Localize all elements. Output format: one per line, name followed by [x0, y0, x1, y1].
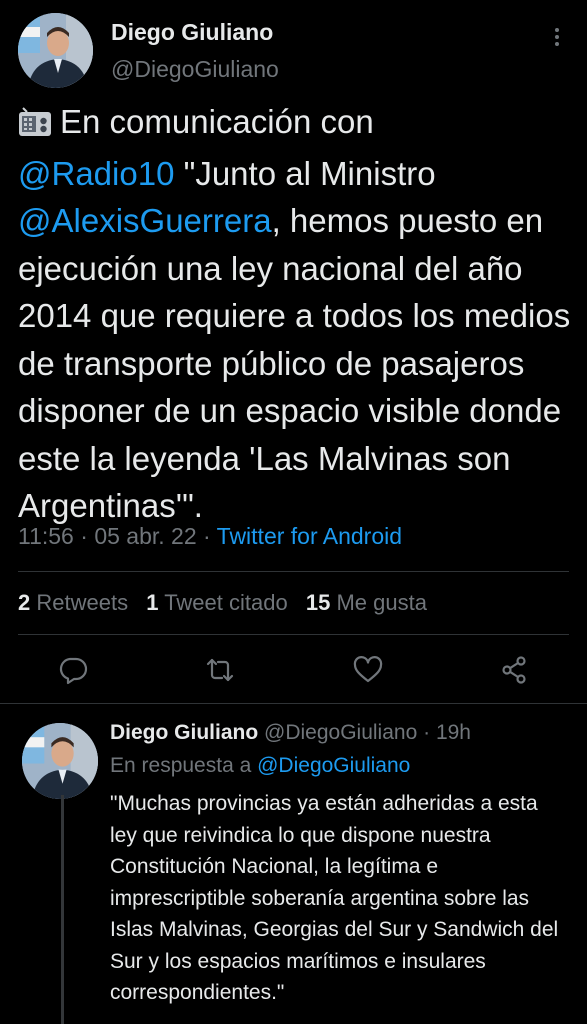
meta-separator: · — [203, 523, 211, 549]
tweet-text: En comunicación con @Radio10 "Junto al M… — [18, 98, 578, 530]
tweet-text-part-3: , hemos puesto en ejecución una ley naci… — [18, 202, 571, 524]
reply-author-name[interactable]: Diego Giuliano — [110, 721, 258, 744]
avatar-photo — [22, 723, 98, 799]
likes-stat[interactable]: 15 Me gusta — [306, 590, 427, 615]
tweet-source[interactable]: Twitter for Android — [217, 523, 402, 549]
replying-to: En respuesta a @DiegoGiuliano — [110, 754, 410, 778]
like-icon[interactable] — [353, 656, 383, 684]
tweet-stats: 2 Retweets 1 Tweet citado 15 Me gusta — [18, 590, 427, 616]
replying-to-handle[interactable]: @DiegoGiuliano — [257, 754, 410, 777]
reply-separator: · — [423, 721, 431, 744]
reply-author-handle[interactable]: @DiegoGiuliano — [264, 721, 417, 744]
tweet-date: 05 abr. 22 — [94, 523, 197, 549]
reply-age[interactable]: 19h — [436, 721, 471, 744]
author-handle[interactable]: @DiegoGiuliano — [111, 56, 279, 83]
mention-alexisguerrera[interactable]: @AlexisGuerrera — [18, 202, 272, 239]
reply-icon[interactable] — [58, 655, 88, 685]
more-options-icon[interactable] — [552, 27, 562, 47]
divider — [0, 703, 587, 704]
tweet-text-part-1: En comunicación con — [60, 103, 374, 140]
thread-line — [61, 795, 64, 1024]
retweets-stat[interactable]: 2 Retweets — [18, 590, 128, 615]
likes-count: 15 — [305, 590, 331, 615]
mention-radio10[interactable]: @Radio10 — [18, 155, 174, 192]
quotes-stat[interactable]: 1 Tweet citado — [146, 590, 287, 615]
divider — [18, 571, 569, 572]
divider — [18, 634, 569, 635]
radio-icon — [18, 102, 52, 150]
retweets-count: 2 — [18, 590, 31, 615]
retweet-icon[interactable] — [204, 655, 236, 685]
reply-header: Diego Giuliano @DiegoGiuliano · 19h — [110, 721, 471, 745]
likes-label: Me gusta — [336, 590, 427, 615]
quotes-label: Tweet citado — [164, 590, 288, 615]
reply-text: "Muchas provincias ya están adheridas a … — [110, 792, 559, 1004]
meta-separator: · — [80, 523, 88, 549]
replying-to-label: En respuesta a — [110, 754, 252, 777]
reply-author-avatar[interactable] — [22, 723, 98, 799]
avatar-photo — [18, 13, 93, 88]
author-name[interactable]: Diego Giuliano — [111, 19, 273, 46]
retweets-label: Retweets — [36, 590, 129, 615]
tweet-time: 11:56 — [18, 523, 74, 549]
tweet-text-part-2: "Junto al Ministro — [183, 154, 436, 192]
quotes-count: 1 — [146, 590, 159, 615]
tweet-actions — [18, 650, 569, 690]
author-avatar[interactable] — [18, 13, 93, 88]
share-icon[interactable] — [499, 655, 529, 685]
tweet-meta: 11:56 · 05 abr. 22 · Twitter for Android — [18, 523, 402, 550]
